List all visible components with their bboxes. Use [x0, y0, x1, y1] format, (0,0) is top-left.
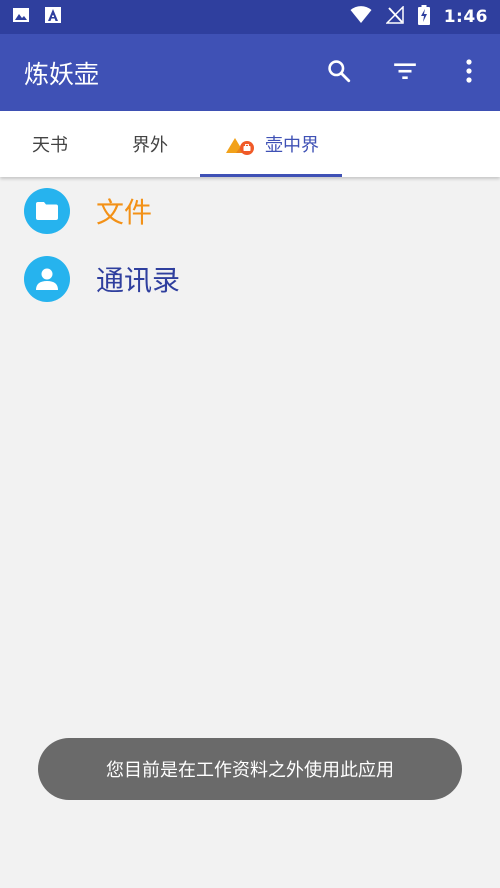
tab-jiewai[interactable]: 界外 — [100, 111, 200, 177]
more-vert-icon — [465, 58, 473, 88]
filter-icon — [392, 58, 418, 88]
search-button[interactable] — [306, 34, 372, 111]
toast-text: 您目前是在工作资料之外使用此应用 — [106, 760, 394, 781]
list-item-contacts[interactable]: 通讯录 — [0, 245, 500, 312]
no-signal-icon — [384, 5, 404, 28]
tab-label: 壶中界 — [265, 135, 319, 156]
tab-tianshu[interactable]: 天书 — [0, 111, 100, 177]
wifi-icon — [350, 6, 372, 28]
text-notification-icon — [44, 6, 62, 28]
image-notification-icon — [12, 6, 30, 28]
tab-huzhongjie[interactable]: 壶中界 — [200, 111, 342, 177]
list-item-files[interactable]: 文件 — [0, 177, 500, 245]
status-time: 1:46 — [443, 7, 488, 27]
tab-label: 天书 — [32, 135, 68, 156]
more-options-button[interactable] — [438, 34, 500, 111]
filter-button[interactable] — [372, 34, 438, 111]
person-icon — [24, 255, 70, 302]
work-profile-badge-icon — [223, 131, 257, 157]
status-bar: 1:46 — [0, 0, 500, 34]
file-list: 文件 通讯录 — [0, 177, 500, 312]
tab-bar: 天书 界外 壶中界 — [0, 111, 500, 177]
list-item-label: 文件 — [96, 196, 153, 229]
search-icon — [326, 58, 352, 88]
list-item-label: 通讯录 — [96, 263, 181, 297]
app-title: 炼妖壶 — [24, 59, 100, 89]
tab-label: 界外 — [132, 135, 168, 156]
app-bar: 炼妖壶 — [0, 34, 500, 111]
battery-charging-icon — [417, 5, 430, 29]
toast-message: 您目前是在工作资料之外使用此应用 — [38, 738, 462, 800]
folder-icon — [24, 188, 70, 234]
